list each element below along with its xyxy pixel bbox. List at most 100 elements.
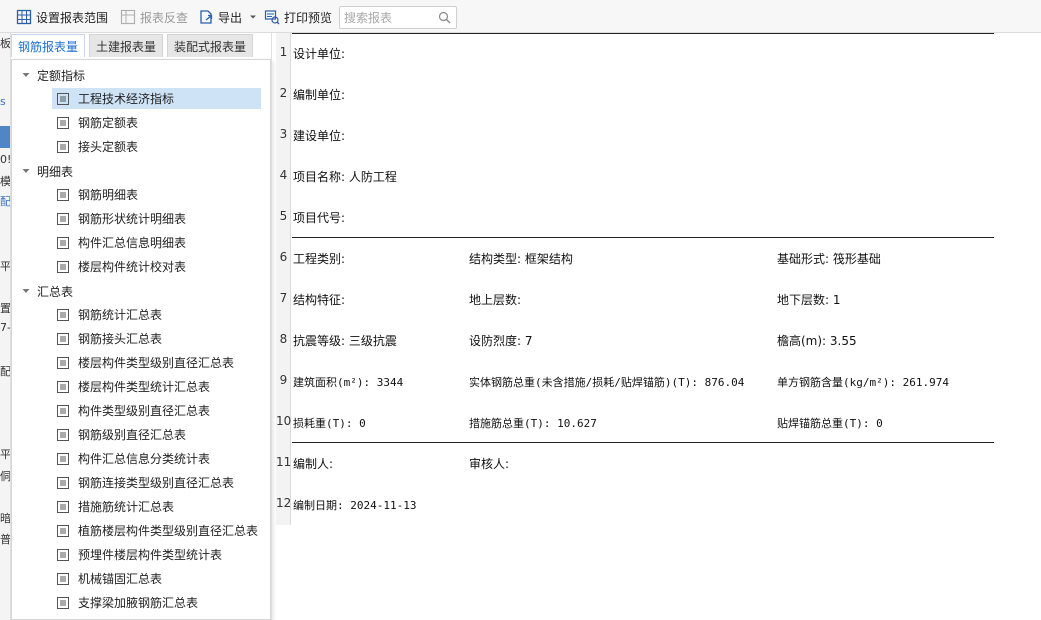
tree-item[interactable]: 钢筋统计汇总表 (52, 304, 261, 325)
tree-item[interactable]: 支撑梁加腋钢筋汇总表 (52, 592, 261, 613)
strip-text: 普 (0, 533, 11, 546)
tree-item-label: 构件汇总信息分类统计表 (78, 452, 211, 466)
tree-item[interactable]: 钢筋形状统计明细表 (52, 208, 261, 229)
tree-item[interactable]: 接头定额表 (52, 136, 261, 157)
tree-item-label: 钢筋级别直径汇总表 (78, 428, 187, 442)
rebar-total: 实体钢筋总重(未含措施/损耗/贴焊锚筋)(T): 876.04 (469, 376, 745, 389)
strip-text: 平 (0, 448, 11, 461)
strip-text: 置 (0, 302, 11, 315)
floors-above: 地上层数: (469, 293, 522, 307)
search-box (339, 6, 457, 29)
document-icon (57, 572, 69, 585)
document-icon (57, 548, 69, 561)
tab-rebar-report[interactable]: 钢筋报表量 (11, 34, 86, 57)
caret-down-icon[interactable] (21, 286, 31, 296)
building-area: 建筑面积(m²): 3344 (293, 376, 404, 389)
tree-item[interactable]: 钢筋连接类型级别直径汇总表 (52, 472, 261, 493)
tree-group-label: 汇总表 (37, 284, 74, 299)
tree-item[interactable]: 植筋楼层构件类型级别直径汇总表 (52, 520, 261, 541)
tree-item-label: 机械锚固汇总表 (78, 572, 163, 586)
table-search-icon (120, 9, 136, 25)
tree-item-label: 钢筋连接类型级别直径汇总表 (78, 476, 235, 490)
chevron-down-icon[interactable] (249, 13, 257, 21)
strip-text: s (0, 95, 6, 108)
tree-item-label: 工程技术经济指标 (78, 92, 175, 106)
strip-text: 配 (0, 365, 11, 378)
background-panel-strip: 板 s 0! 模 配 平 置 7- 配 平 侗 暗 普 (0, 33, 11, 620)
tree-item-label: 支撑梁加腋钢筋汇总表 (78, 596, 199, 610)
tree-item[interactable]: 钢筋接头汇总表 (52, 328, 261, 349)
set-range-label: 设置报表范围 (36, 10, 109, 25)
reviewer: 审核人: (469, 457, 510, 471)
seismic-grade: 抗震等级: 三级抗震 (293, 334, 397, 348)
report-tabs: 钢筋报表量 土建报表量 装配式报表量 (11, 34, 254, 58)
toolbar: 设置报表范围 报表反查 导出 打印预览 (0, 0, 1041, 33)
panel-splitter[interactable] (271, 33, 272, 620)
seismic-intensity: 设防烈度: 7 (469, 334, 533, 348)
tree-item-label: 措施筋统计汇总表 (78, 500, 175, 514)
tree-item[interactable]: 预埋件楼层构件类型统计表 (52, 544, 261, 565)
tree-item[interactable]: 工程技术经济指标 (52, 88, 261, 109)
row-number: 4 (279, 168, 288, 182)
tree-item[interactable]: 钢筋定额表 (52, 112, 261, 133)
measure-rebar: 措施筋总重(T): 10.627 (469, 417, 597, 430)
export-label: 导出 (218, 10, 243, 25)
tree-group-label: 明细表 (37, 164, 74, 179)
design-unit: 设计单位: (293, 47, 346, 61)
document-icon (57, 92, 69, 105)
search-input[interactable] (340, 7, 432, 28)
eave-height: 檐高(m): 3.55 (777, 334, 857, 348)
compiler: 编制人: (293, 457, 334, 471)
project-code: 项目代号: (293, 211, 346, 225)
tree-group-quota[interactable]: 定额指标 (12, 64, 85, 86)
tree-item[interactable]: 楼层构件类型统计汇总表 (52, 376, 261, 397)
set-range-button[interactable]: 设置报表范围 (16, 7, 108, 27)
row-number: 5 (279, 209, 288, 223)
tree-item[interactable]: 构件汇总信息分类统计表 (52, 448, 261, 469)
tree-item-label: 植筋楼层构件类型级别直径汇总表 (78, 524, 259, 538)
caret-down-icon[interactable] (21, 70, 31, 80)
tree-item-label: 钢筋形状统计明细表 (78, 212, 187, 226)
document-icon (57, 356, 69, 369)
structure-type: 结构类型: 框架结构 (469, 252, 573, 266)
strip-text: 平 (0, 260, 11, 273)
export-icon (200, 10, 213, 24)
row-number: 3 (279, 127, 288, 141)
rebar-per-m2: 单方钢筋含量(kg/m²): 261.974 (777, 376, 949, 389)
tree-item-label: 楼层构件类型级别直径汇总表 (78, 356, 235, 370)
tree-group-summary[interactable]: 汇总表 (12, 280, 73, 302)
row-number: 1 (279, 45, 288, 59)
search-icon[interactable] (438, 11, 451, 24)
strip-text: 模 (0, 175, 11, 188)
tree-item[interactable]: 楼层构件类型级别直径汇总表 (52, 352, 261, 373)
tree-item-label: 钢筋明细表 (78, 188, 139, 202)
export-button[interactable]: 导出 (198, 7, 257, 27)
tree-item-label: 楼层构件类型统计汇总表 (78, 380, 211, 394)
row-number: 12 (276, 496, 292, 510)
weld-anchor: 贴焊锚筋总重(T): 0 (777, 417, 883, 430)
row-number: 6 (279, 250, 288, 264)
tree-item[interactable]: 楼层构件统计校对表 (52, 256, 261, 277)
tab-civil-report[interactable]: 土建报表量 (89, 34, 164, 57)
row-number: 11 (276, 455, 292, 469)
strip-text: 配 (0, 195, 11, 208)
build-unit: 建设单位: (293, 129, 346, 143)
tree-item[interactable]: 构件类型级别直径汇总表 (52, 400, 261, 421)
document-icon (57, 476, 69, 489)
tree-item[interactable]: 构件汇总信息明细表 (52, 232, 261, 253)
divider-line (292, 442, 994, 443)
print-preview-button[interactable]: 打印预览 (264, 7, 332, 27)
report-tree: 定额指标 工程技术经济指标 钢筋定额表 接头定额表 明细表 钢筋明细表 钢筋形状… (11, 59, 271, 620)
reverse-check-button[interactable]: 报表反查 (120, 7, 188, 27)
caret-down-icon[interactable] (21, 166, 31, 176)
structure-feature: 结构特征: (293, 293, 346, 307)
tree-group-detail[interactable]: 明细表 (12, 160, 73, 182)
tree-item[interactable]: 措施筋统计汇总表 (52, 496, 261, 517)
tree-item-label: 构件类型级别直径汇总表 (78, 404, 211, 418)
tree-item[interactable]: 钢筋明细表 (52, 184, 261, 205)
tab-prefab-report[interactable]: 装配式报表量 (167, 34, 254, 57)
divider-line (292, 237, 994, 238)
tree-item[interactable]: 机械锚固汇总表 (52, 568, 261, 589)
strip-highlight (0, 126, 10, 148)
tree-item[interactable]: 钢筋级别直径汇总表 (52, 424, 261, 445)
